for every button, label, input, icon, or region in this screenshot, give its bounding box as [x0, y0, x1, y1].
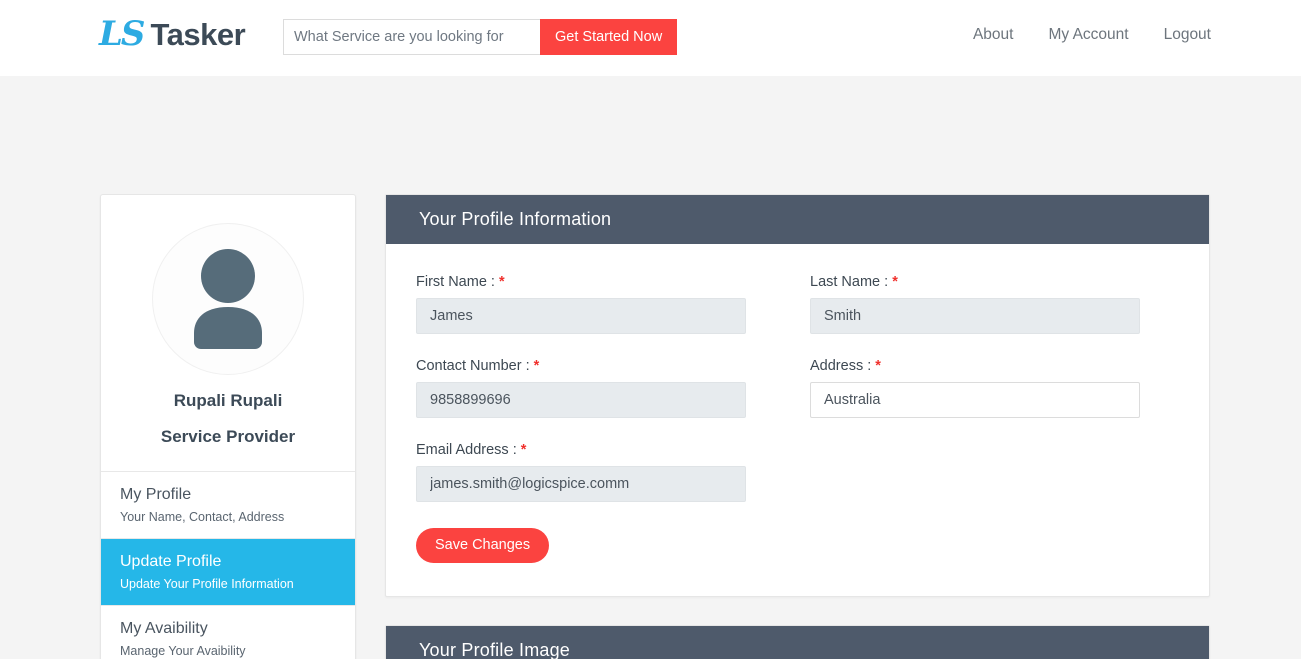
sidebar-item-title: Update Profile: [120, 552, 355, 573]
avatar: [152, 223, 304, 375]
required-asterisk: *: [499, 274, 505, 290]
nav-link-my-account[interactable]: My Account: [1048, 26, 1128, 44]
first-name-input[interactable]: [416, 298, 746, 334]
email-input[interactable]: [416, 466, 746, 502]
sidebar-item-title: My Avaibility: [120, 619, 355, 640]
sidebar-item-subtitle: Your Name, Contact, Address: [120, 509, 355, 525]
logo-script-mark: LS: [99, 17, 143, 51]
form-row-contact-address: Contact Number : * Address : *: [416, 358, 1179, 418]
main-content: Your Profile Information First Name : * …: [385, 194, 1210, 659]
required-asterisk: *: [875, 358, 881, 374]
account-sidebar: Rupali Rupali Service Provider My Profil…: [100, 194, 356, 659]
nav-link-about[interactable]: About: [973, 26, 1014, 44]
service-search-group: Get Started Now: [283, 19, 677, 55]
nav-link-logout[interactable]: Logout: [1164, 26, 1211, 44]
form-row-names: First Name : * Last Name : *: [416, 274, 1179, 334]
sidebar-item-update-profile[interactable]: Update Profile Update Your Profile Infor…: [101, 539, 355, 606]
get-started-button[interactable]: Get Started Now: [540, 19, 677, 55]
profile-role: Service Provider: [101, 427, 355, 447]
sidebar-item-my-profile[interactable]: My Profile Your Name, Contact, Address: [101, 472, 355, 539]
profile-image-panel-header: Your Profile Image: [386, 626, 1209, 659]
sidebar-item-subtitle: Manage Your Avaibility: [120, 643, 355, 659]
sidebar-item-title: My Profile: [120, 485, 355, 506]
email-label: Email Address : *: [416, 442, 746, 458]
profile-information-panel: Your Profile Information First Name : * …: [385, 194, 1210, 597]
site-logo[interactable]: LS Tasker: [99, 17, 245, 51]
form-row-email: Email Address : *: [416, 442, 1179, 502]
user-silhouette-icon: [174, 247, 282, 351]
first-name-label: First Name : *: [416, 274, 746, 290]
sidebar-item-my-avaibility[interactable]: My Avaibility Manage Your Avaibility: [101, 606, 355, 659]
last-name-label-text: Last Name :: [810, 274, 888, 290]
email-label-text: Email Address :: [416, 442, 517, 458]
primary-navigation: About My Account Logout: [973, 26, 1211, 44]
first-name-label-text: First Name :: [416, 274, 495, 290]
search-input[interactable]: [283, 19, 540, 55]
required-asterisk: *: [892, 274, 898, 290]
page-content: Rupali Rupali Service Provider My Profil…: [0, 76, 1301, 118]
last-name-input[interactable]: [810, 298, 1140, 334]
required-asterisk: *: [521, 442, 527, 458]
sidebar-item-subtitle: Update Your Profile Information: [120, 576, 355, 592]
panel-title: Your Profile Image: [419, 640, 570, 659]
field-group-email: Email Address : *: [416, 442, 746, 502]
contact-number-label: Contact Number : *: [416, 358, 746, 374]
field-group-first-name: First Name : *: [416, 274, 746, 334]
address-label-text: Address :: [810, 358, 871, 374]
panel-title: Your Profile Information: [419, 209, 611, 229]
last-name-label: Last Name : *: [810, 274, 1140, 290]
save-changes-button[interactable]: Save Changes: [416, 528, 549, 563]
sidebar-profile-card: Rupali Rupali Service Provider: [101, 195, 355, 472]
profile-information-form: First Name : * Last Name : *: [386, 244, 1209, 596]
contact-number-input[interactable]: [416, 382, 746, 418]
contact-number-label-text: Contact Number :: [416, 358, 530, 374]
field-group-last-name: Last Name : *: [810, 274, 1140, 334]
field-group-contact-number: Contact Number : *: [416, 358, 746, 418]
logo-wordmark: Tasker: [150, 19, 245, 50]
profile-image-panel: Your Profile Image: [385, 625, 1210, 659]
profile-information-panel-header: Your Profile Information: [386, 195, 1209, 244]
address-input[interactable]: [810, 382, 1140, 418]
address-label: Address : *: [810, 358, 1140, 374]
top-header-bar: LS Tasker Get Started Now About My Accou…: [0, 0, 1301, 76]
profile-name: Rupali Rupali: [101, 391, 355, 411]
required-asterisk: *: [534, 358, 540, 374]
field-group-address: Address : *: [810, 358, 1140, 418]
